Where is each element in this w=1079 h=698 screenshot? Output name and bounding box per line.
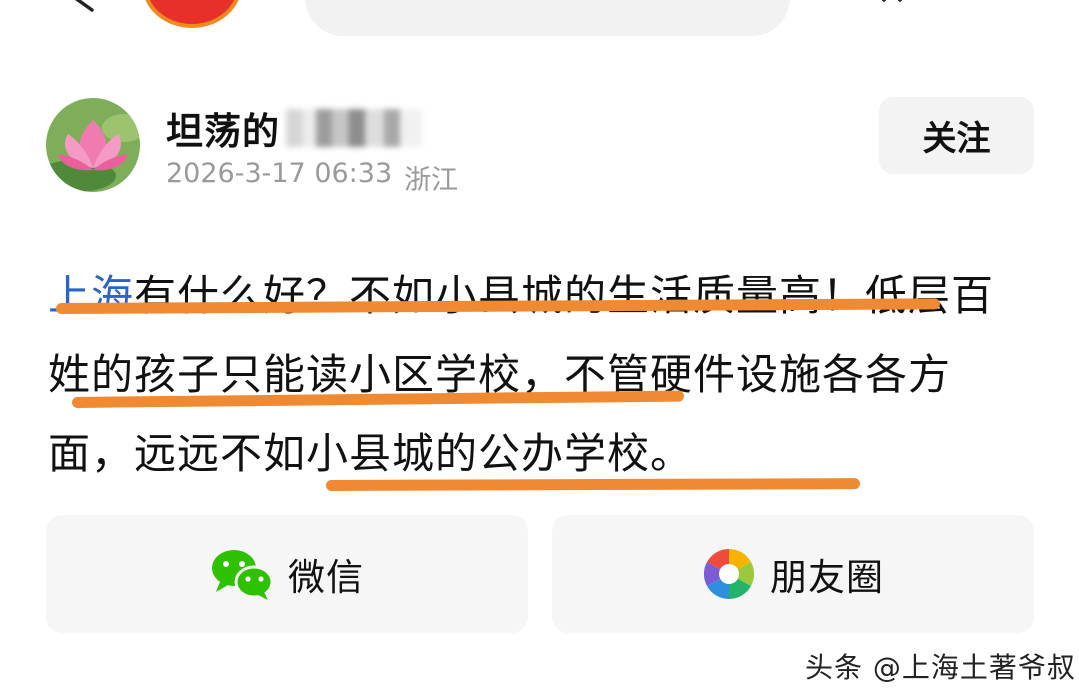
post-text: 上海有什么好？不如小县城的生活质量高！低层百姓的孩子只能读小区学校，不管硬件设施… [48, 256, 1028, 493]
wechat-icon [212, 550, 274, 600]
chevron-left-icon[interactable] [70, 0, 100, 18]
post-date: 2026-3-17 06:33 [166, 158, 393, 189]
author-name-row[interactable]: 坦荡的 [166, 101, 422, 155]
share-wechat-button[interactable]: 微信 [46, 515, 528, 633]
share-more-icon[interactable] [870, 0, 906, 18]
author-avatar[interactable] [46, 98, 140, 192]
top-bar [0, 0, 1079, 40]
post-location: 浙江 [404, 165, 459, 196]
share-wechat-label: 微信 [288, 556, 364, 599]
author-name[interactable]: 坦荡的 [166, 101, 280, 155]
share-moments-label: 朋友圈 [770, 556, 884, 599]
moments-icon [703, 548, 755, 600]
lotus-avatar-image [46, 98, 140, 192]
post-meta: 2026-3-17 06:33 浙江 [166, 158, 458, 197]
search-bar[interactable] [305, 0, 790, 36]
watermark-text: 头条 @上海土著爷叔 [805, 651, 1076, 684]
follow-button[interactable]: 关注 [879, 97, 1034, 174]
censored-name-part [286, 109, 422, 147]
highlight-underline [325, 478, 861, 491]
share-moments-button[interactable]: 朋友圈 [552, 515, 1034, 633]
app-avatar-icon[interactable] [142, 0, 242, 28]
